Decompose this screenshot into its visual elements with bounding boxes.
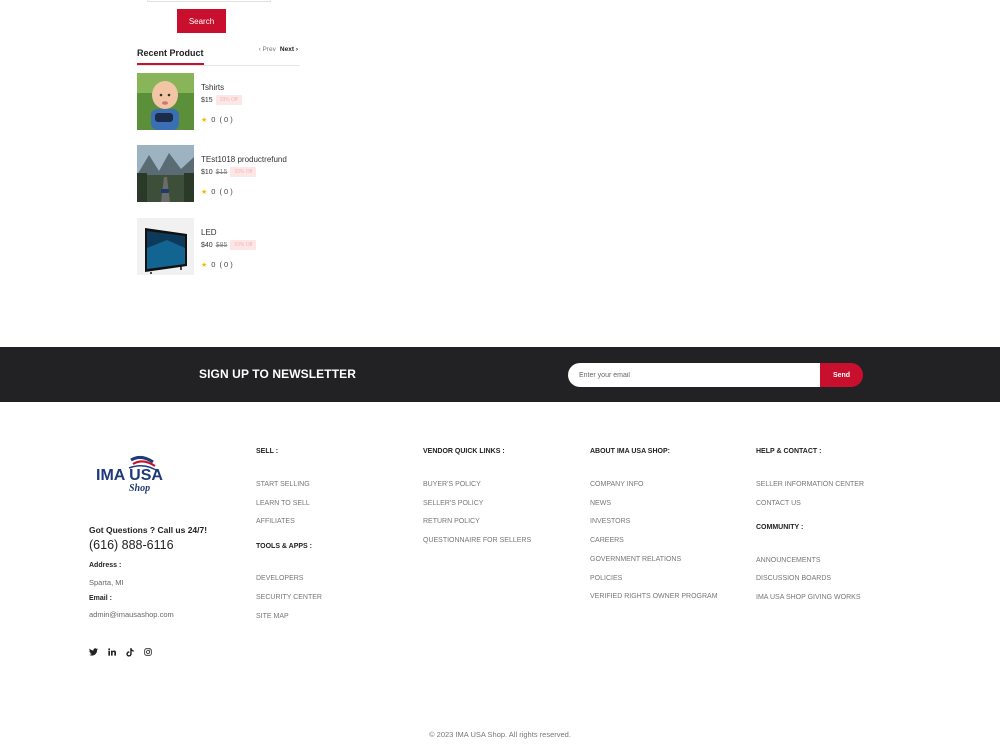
sidebar-search-input[interactable] xyxy=(147,0,271,2)
footer-link-government-relations[interactable]: GOVERNMENT RELATIONS xyxy=(590,556,681,563)
footer-link-contact-us[interactable]: CONTACT US xyxy=(756,500,801,507)
recent-product-header: Recent Product ‹ Prev Next › xyxy=(137,46,300,66)
logo-subtext: Shop xyxy=(129,483,150,494)
footer-link-careers[interactable]: CAREERS xyxy=(590,537,624,544)
review-count: ( 0 ) xyxy=(219,187,233,196)
footer-link-start-selling[interactable]: START SELLING xyxy=(256,481,310,488)
newsletter-send-button[interactable]: Send xyxy=(820,363,863,387)
footer-link-return-policy[interactable]: RETURN POLICY xyxy=(423,518,480,525)
star-icon: ★ xyxy=(201,188,208,196)
product-rating: ★ 0 ( 0 ) xyxy=(201,260,233,269)
footer-link-developers[interactable]: DEVELOPERS xyxy=(256,575,303,582)
footer-link-seller-info-center[interactable]: SELLER INFORMATION CENTER xyxy=(756,481,864,488)
product-image-road[interactable] xyxy=(137,145,194,202)
sidebar-search-button[interactable]: Search xyxy=(177,9,226,33)
tiktok-icon[interactable] xyxy=(125,647,134,657)
review-count: ( 0 ) xyxy=(219,260,233,269)
email-value[interactable]: admin@imausashop.com xyxy=(89,610,174,619)
discount-badge: 53% Off xyxy=(230,240,257,250)
product-old-price: $15 xyxy=(215,168,228,176)
address-label: Address : xyxy=(89,562,122,569)
discount-badge: 33% Off xyxy=(215,95,242,105)
footer-link-site-map[interactable]: SITE MAP xyxy=(256,613,289,620)
product-price-row: $10 $15 33% Off xyxy=(201,167,257,177)
product-price: $15 xyxy=(201,96,213,104)
email-label: Email : xyxy=(89,595,112,602)
footer-link-investors[interactable]: INVESTORS xyxy=(590,518,630,525)
twitter-icon[interactable] xyxy=(89,647,98,657)
product-rating: ★ 0 ( 0 ) xyxy=(201,187,233,196)
copyright-text: © 2023 IMA USA Shop. All rights reserved… xyxy=(429,730,571,739)
recent-product-item[interactable]: LED $40 $85 53% Off ★ 0 ( 0 ) xyxy=(137,218,317,276)
prev-label: Prev xyxy=(262,46,276,53)
newsletter-email-input[interactable] xyxy=(568,363,823,387)
product-price: $10 xyxy=(201,168,213,176)
help-heading: HELP & CONTACT : xyxy=(756,448,822,455)
logo-text: IMA USA xyxy=(96,467,163,484)
about-heading: ABOUT IMA USA SHOP: xyxy=(590,448,670,455)
recent-product-pager: ‹ Prev Next › xyxy=(259,46,298,53)
review-count: ( 0 ) xyxy=(219,115,233,124)
footer-link-policies[interactable]: POLICIES xyxy=(590,575,622,582)
rating-value: 0 xyxy=(211,187,216,196)
rating-value: 0 xyxy=(211,115,216,124)
vendor-heading: VENDOR QUICK LINKS : xyxy=(423,448,505,455)
product-name[interactable]: LED xyxy=(201,228,217,237)
product-old-price: $85 xyxy=(215,241,228,249)
footer-logo[interactable]: IMA USA Shop xyxy=(95,452,195,496)
recent-product-item[interactable]: Tshirts $15 33% Off ★ 0 ( 0 ) xyxy=(137,73,317,131)
next-label: Next xyxy=(279,46,295,53)
footer-link-sellers-policy[interactable]: SELLER'S POLICY xyxy=(423,500,483,507)
product-name[interactable]: Tshirts xyxy=(201,83,224,92)
recent-product-item[interactable]: TEst1018 productrefund $10 $15 33% Off ★… xyxy=(137,145,317,203)
footer-link-giving-works[interactable]: IMA USA SHOP GIVING WORKS xyxy=(756,594,861,601)
prev-button[interactable]: ‹ Prev xyxy=(259,46,276,53)
product-image-baby[interactable] xyxy=(137,73,194,130)
star-icon: ★ xyxy=(201,116,208,124)
footer-link-verified-rights[interactable]: VERIFIED RIGHTS OWNER PROGRAM xyxy=(590,593,718,600)
sell-heading: SELL : xyxy=(256,448,279,455)
footer-link-discussion-boards[interactable]: DISCUSSION BOARDS xyxy=(756,575,831,582)
support-question: Got Questions ? Call us 24/7! xyxy=(89,525,208,535)
star-icon: ★ xyxy=(201,261,208,269)
next-button[interactable]: Next › xyxy=(280,46,298,53)
footer-link-affiliates[interactable]: AFFILIATES xyxy=(256,518,295,525)
address-value: Sparta, MI xyxy=(89,578,124,587)
community-heading: COMMUNITY : xyxy=(756,524,804,531)
footer-link-announcements[interactable]: ANNOUNCEMENTS xyxy=(756,557,821,564)
linkedin-icon[interactable] xyxy=(107,647,116,657)
footer-link-company-info[interactable]: COMPANY INFO xyxy=(590,481,643,488)
support-phone[interactable]: (616) 888-6116 xyxy=(89,538,174,552)
footer-link-learn-to-sell[interactable]: LEARN TO SELL xyxy=(256,500,310,507)
footer-link-security-center[interactable]: SECURITY CENTER xyxy=(256,594,322,601)
product-image-tv[interactable] xyxy=(137,218,194,275)
social-links xyxy=(89,647,152,657)
footer-link-questionnaire[interactable]: QUESTIONNAIRE FOR SELLERS xyxy=(423,537,531,544)
recent-product-title: Recent Product xyxy=(137,48,204,65)
newsletter-title: SIGN UP TO NEWSLETTER xyxy=(199,367,357,381)
rating-value: 0 xyxy=(211,260,216,269)
product-price-row: $40 $85 53% Off xyxy=(201,240,257,250)
discount-badge: 33% Off xyxy=(230,167,257,177)
product-price: $40 xyxy=(201,241,213,249)
tools-heading: TOOLS & APPS : xyxy=(256,543,313,550)
product-name[interactable]: TEst1018 productrefund xyxy=(201,155,287,164)
footer-link-news[interactable]: NEWS xyxy=(590,500,611,507)
product-price-row: $15 33% Off xyxy=(201,95,242,105)
instagram-icon[interactable] xyxy=(143,647,152,657)
newsletter-section: SIGN UP TO NEWSLETTER Send xyxy=(0,347,1000,402)
product-rating: ★ 0 ( 0 ) xyxy=(201,115,233,124)
footer-link-buyers-policy[interactable]: BUYER'S POLICY xyxy=(423,481,481,488)
